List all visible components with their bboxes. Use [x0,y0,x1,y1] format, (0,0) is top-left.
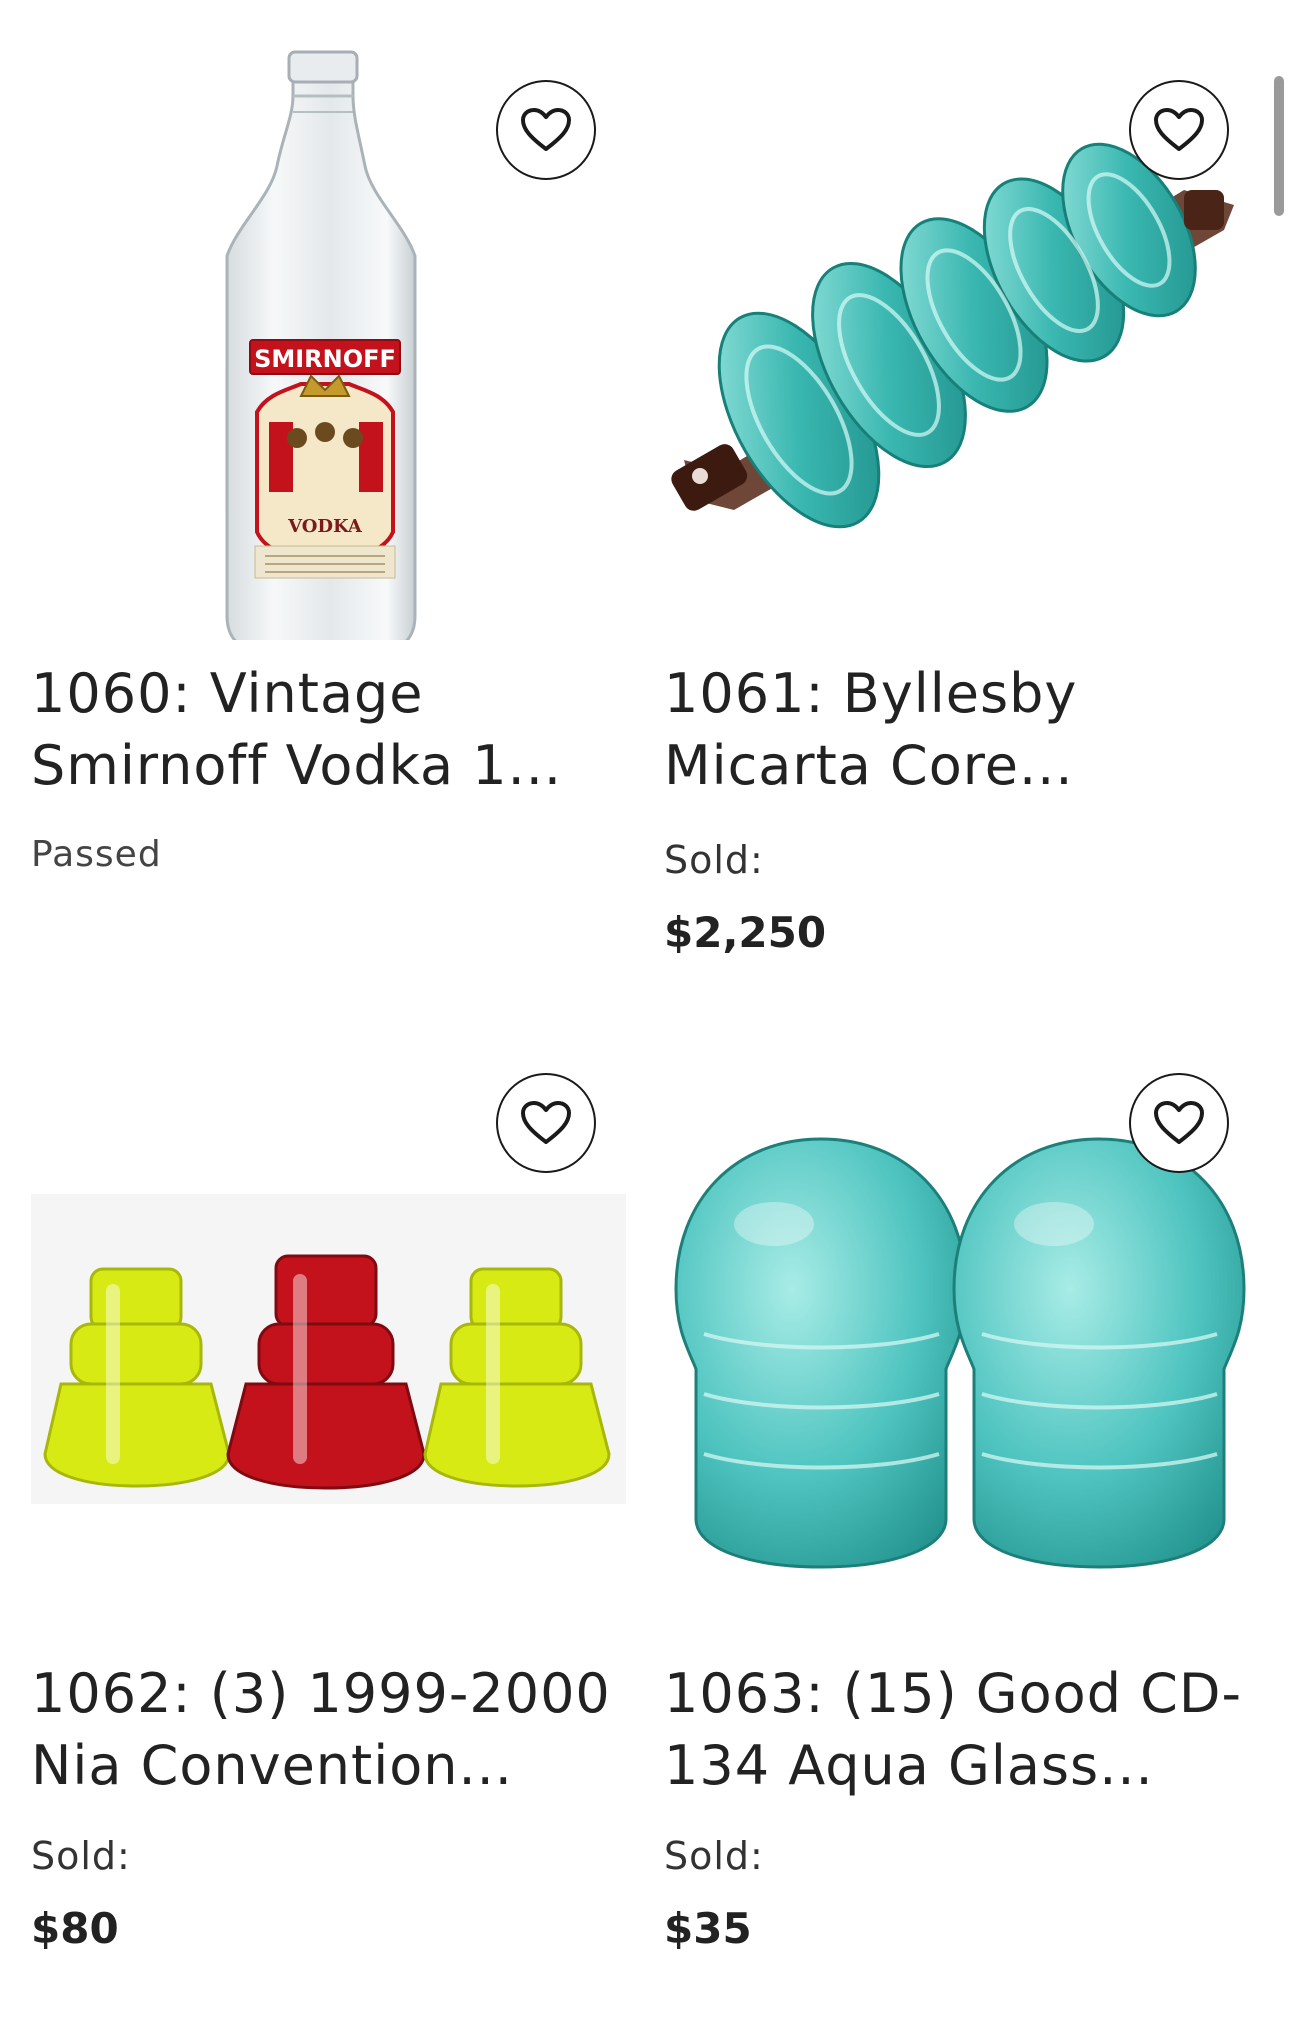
lot-status: Sold: [664,838,764,882]
lot-title[interactable]: 1060: Vintage Smirnoff Vodka 1... [31,658,631,802]
bottle-sublabel-text: VODKA [287,516,363,537]
heart-outline-icon [1154,1101,1204,1144]
favorite-button[interactable] [496,80,596,180]
lot-grid: SMIRNOFF VODKA 1060: Vintage Smirnoff Vo… [0,0,1290,2038]
lot-title[interactable]: 1062: (3) 1999-2000 Nia Convention... [31,1658,631,1802]
heart-outline-icon [521,1101,571,1144]
lot-card[interactable]: 1062: (3) 1999-2000 Nia Convention... So… [31,1002,626,1962]
bottle-label-text: SMIRNOFF [254,345,396,373]
lot-status: Sold: [664,1834,764,1878]
lot-title[interactable]: 1061: Byllesby Micarta Core... [664,658,1264,802]
heart-outline-icon [521,108,571,151]
favorite-button[interactable] [1129,80,1229,180]
lot-card[interactable]: 1061: Byllesby Micarta Core... Sold: $2,… [664,0,1259,960]
favorite-button[interactable] [496,1073,596,1173]
lot-price: $80 [31,1904,119,1953]
lot-card[interactable]: SMIRNOFF VODKA 1060: Vintage Smirnoff Vo… [31,0,626,960]
heart-outline-icon [1154,108,1204,151]
scrollbar[interactable] [1274,76,1284,216]
favorite-button[interactable] [1129,1073,1229,1173]
lot-status: Passed [31,834,162,875]
lot-price: $2,250 [664,908,827,957]
lot-price: $35 [664,1904,752,1953]
lot-title[interactable]: 1063: (15) Good CD-134 Aqua Glass... [664,1658,1264,1802]
lot-status: Sold: [31,1834,131,1878]
lot-card[interactable]: 1063: (15) Good CD-134 Aqua Glass... Sol… [664,1002,1259,1962]
